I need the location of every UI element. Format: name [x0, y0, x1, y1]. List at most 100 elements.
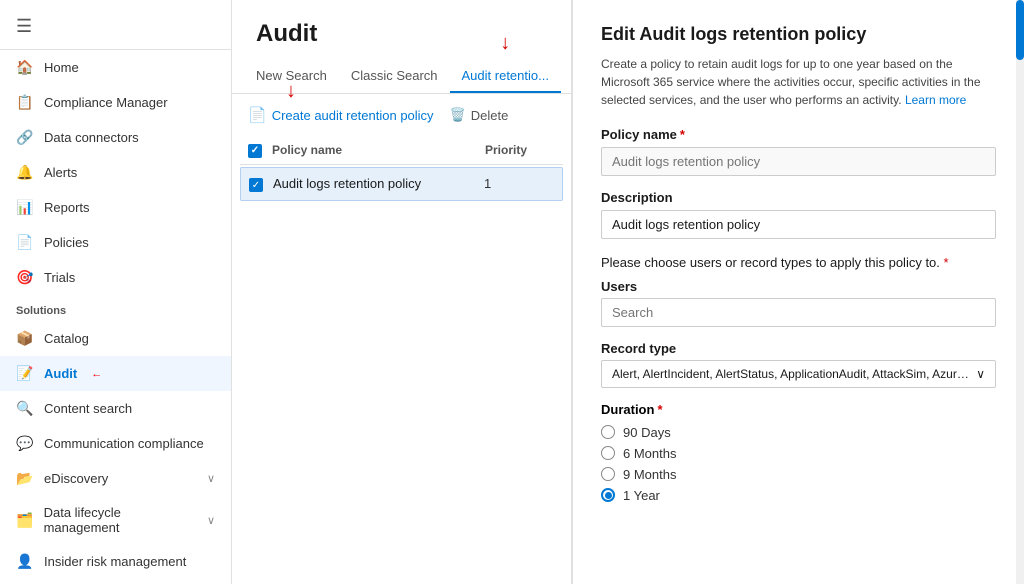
users-search-input[interactable] — [601, 298, 996, 327]
record-type-label: Record type — [601, 341, 996, 356]
lifecycle-icon: 🗂️ — [16, 512, 34, 529]
record-type-select[interactable]: Alert, AlertIncident, AlertStatus, Appli… — [601, 360, 996, 388]
audit-panel: Audit New Search Classic Search ↓ Audit … — [232, 0, 572, 584]
arrow-create-indicator: ↓ — [286, 80, 296, 103]
sidebar-item-audit[interactable]: 📝 Audit ← — [0, 356, 231, 391]
chevron-down-icon: ∨ — [207, 472, 215, 485]
users-section: Please choose users or record types to a… — [601, 253, 996, 327]
row-checkbox[interactable]: ✓ — [249, 176, 273, 193]
reports-icon: 📊 — [16, 199, 34, 216]
sidebar-item-insider-risk[interactable]: 👤 Insider risk management — [0, 544, 231, 579]
users-sub-label: Users — [601, 279, 996, 294]
sidebar-item-content-search[interactable]: 🔍 Content search — [0, 391, 231, 426]
col-priority: Priority — [485, 143, 555, 157]
solutions-header: Solutions — [0, 295, 231, 321]
checked-icon: ✓ — [248, 144, 262, 158]
required-indicator: * — [680, 127, 685, 142]
sidebar-item-label: eDiscovery — [44, 471, 108, 486]
hamburger-menu[interactable]: ☰ — [0, 8, 231, 45]
duration-9months[interactable]: 9 Months — [601, 467, 996, 482]
duration-section: Duration * 90 Days 6 Months 9 Months 1 Y… — [601, 402, 996, 503]
radio-dot — [605, 492, 612, 499]
sidebar-nav: 🏠 Home 📋 Compliance Manager 🔗 Data conne… — [0, 50, 231, 584]
tab-classic-search[interactable]: Classic Search — [339, 60, 450, 93]
edit-panel-title: Edit Audit logs retention policy — [601, 24, 996, 45]
sidebar-item-reports[interactable]: 📊 Reports — [0, 190, 231, 225]
catalog-icon: 📦 — [16, 330, 34, 347]
sidebar-item-trials[interactable]: 🎯 Trials — [0, 260, 231, 295]
compliance-icon: 📋 — [16, 94, 34, 111]
arrow-tab-indicator: ↓ — [500, 32, 510, 55]
sidebar-item-label: Communication compliance — [44, 436, 204, 451]
sidebar-item-label: Data connectors — [44, 130, 139, 145]
trials-icon: 🎯 — [16, 269, 34, 286]
duration-6months[interactable]: 6 Months — [601, 446, 996, 461]
sidebar-item-label: Audit — [44, 366, 77, 381]
sidebar-item-label: Home — [44, 60, 79, 75]
edit-panel: Edit Audit logs retention policy Create … — [572, 0, 1024, 584]
required-indicator: * — [944, 255, 949, 270]
required-indicator: * — [657, 402, 662, 417]
add-icon: 📄 — [248, 106, 267, 124]
audit-title: Audit — [232, 0, 571, 60]
communication-icon: 💬 — [16, 435, 34, 452]
sidebar-item-communication-compliance[interactable]: 💬 Communication compliance — [0, 426, 231, 461]
connectors-icon: 🔗 — [16, 129, 34, 146]
sidebar-item-label: Content search — [44, 401, 132, 416]
sidebar-item-policies[interactable]: 📄 Policies — [0, 225, 231, 260]
trash-icon: 🗑️ — [450, 107, 466, 123]
description-input[interactable] — [601, 210, 996, 239]
sidebar-item-label: Catalog — [44, 331, 89, 346]
header-checkbox: ✓ — [248, 142, 272, 158]
policy-name-input[interactable] — [601, 147, 996, 176]
row-policy-name: Audit logs retention policy — [273, 176, 484, 191]
chevron-down-icon: ∨ — [976, 367, 985, 381]
sidebar-item-records-management[interactable]: 📁 Records management — [0, 579, 231, 584]
sidebar-item-compliance-manager[interactable]: 📋 Compliance Manager — [0, 85, 231, 120]
edit-panel-description: Create a policy to retain audit logs for… — [601, 55, 996, 109]
col-policy-name: Policy name — [272, 143, 485, 157]
scrollbar-thumb[interactable] — [1016, 0, 1024, 60]
sidebar-item-home[interactable]: 🏠 Home — [0, 50, 231, 85]
description-field: Description — [601, 190, 996, 239]
duration-1year[interactable]: 1 Year — [601, 488, 996, 503]
record-type-value: Alert, AlertIncident, AlertStatus, Appli… — [612, 367, 970, 381]
record-type-field: Record type Alert, AlertIncident, AlertS… — [601, 341, 996, 388]
sidebar-item-label: Trials — [44, 270, 75, 285]
duration-90days[interactable]: 90 Days — [601, 425, 996, 440]
sidebar-item-ediscovery[interactable]: 📂 eDiscovery ∨ — [0, 461, 231, 496]
sidebar-item-catalog[interactable]: 📦 Catalog — [0, 321, 231, 356]
search-icon: 🔍 — [16, 400, 34, 417]
scrollbar[interactable] — [1016, 0, 1024, 584]
alerts-icon: 🔔 — [16, 164, 34, 181]
row-priority: 1 — [484, 176, 554, 191]
sidebar-item-alerts[interactable]: 🔔 Alerts — [0, 155, 231, 190]
create-audit-policy-button[interactable]: 📄 Create audit retention policy — [248, 106, 434, 124]
create-btn-wrapper: ↓ 📄 Create audit retention policy — [248, 106, 434, 124]
delete-button[interactable]: 🗑️ Delete — [450, 107, 509, 123]
audit-arrow: ← — [91, 368, 102, 380]
learn-more-link[interactable]: Learn more — [905, 93, 966, 107]
table-row[interactable]: ✓ Audit logs retention policy 1 — [240, 167, 563, 202]
radio-unchecked — [601, 446, 615, 460]
audit-table: ✓ Policy name Priority ✓ Audit logs rete… — [232, 136, 571, 201]
tab-audit-retention[interactable]: ↓ Audit retentio... — [450, 60, 561, 93]
menu-icon: ☰ — [16, 16, 32, 37]
policies-icon: 📄 — [16, 234, 34, 251]
policy-name-field: Policy name * — [601, 127, 996, 176]
ediscovery-icon: 📂 — [16, 470, 34, 487]
sidebar-item-label: Compliance Manager — [44, 95, 168, 110]
sidebar: ☰ 🏠 Home 📋 Compliance Manager 🔗 Data con… — [0, 0, 232, 584]
checked-icon: ✓ — [249, 178, 263, 192]
chevron-down-icon: ∨ — [207, 514, 215, 527]
description-label: Description — [601, 190, 996, 205]
sidebar-item-label: Data lifecycle management — [44, 505, 197, 535]
sidebar-item-data-connectors[interactable]: 🔗 Data connectors — [0, 120, 231, 155]
policy-name-label: Policy name * — [601, 127, 996, 142]
sidebar-item-data-lifecycle[interactable]: 🗂️ Data lifecycle management ∨ — [0, 496, 231, 544]
users-section-label: Please choose users or record types to a… — [601, 253, 996, 273]
radio-checked — [601, 488, 615, 502]
audit-toolbar: ↓ 📄 Create audit retention policy 🗑️ Del… — [232, 94, 571, 136]
radio-unchecked — [601, 425, 615, 439]
sidebar-item-label: Policies — [44, 235, 89, 250]
